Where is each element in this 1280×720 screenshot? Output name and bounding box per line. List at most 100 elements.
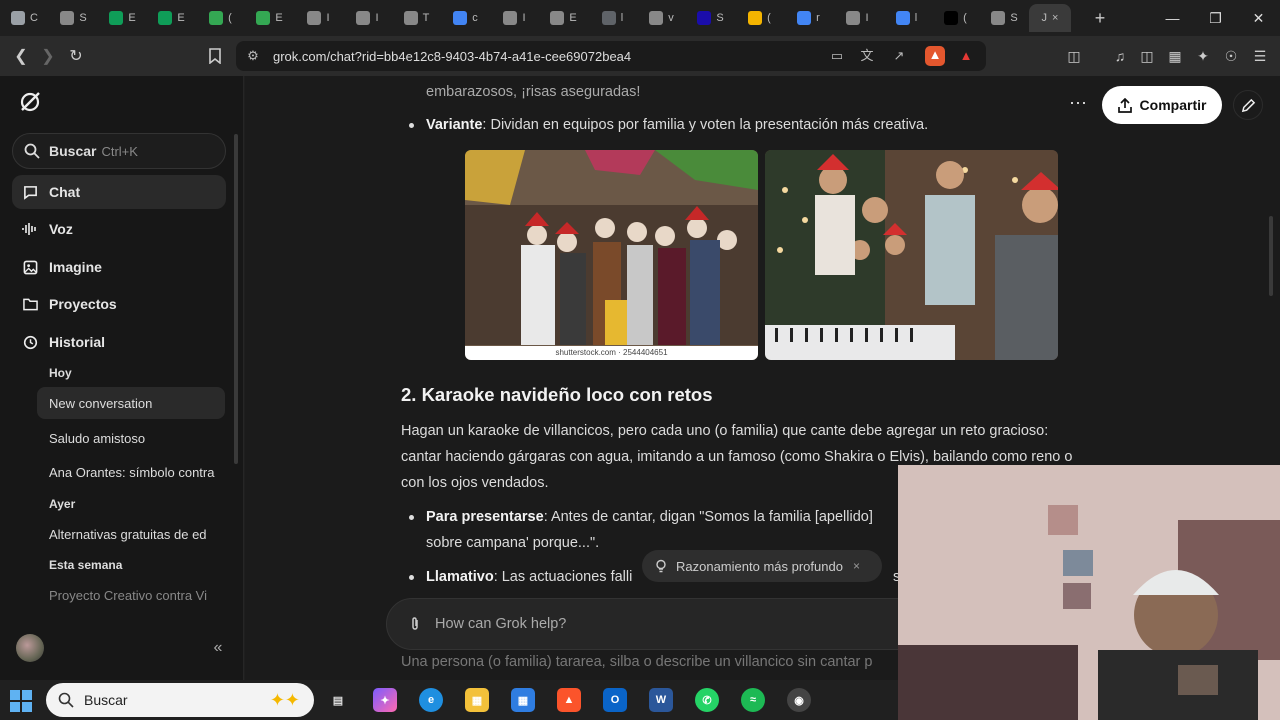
family-piano-image[interactable] xyxy=(765,150,1058,360)
avatar[interactable] xyxy=(16,634,44,662)
browser-tab[interactable]: I xyxy=(490,4,539,32)
search-shortcut: Ctrl+K xyxy=(101,143,138,159)
cast-icon[interactable]: ▭ xyxy=(828,47,846,65)
media-icon[interactable]: ♫ xyxy=(1110,46,1130,66)
nav-projects[interactable]: Proyectos xyxy=(12,287,226,321)
browser-tab[interactable]: S xyxy=(686,4,735,32)
forward-button[interactable]: ❯ xyxy=(34,42,62,70)
brave-icon[interactable]: ▲ xyxy=(557,688,581,712)
browser-tab[interactable]: I xyxy=(343,4,392,32)
search-icon xyxy=(58,692,74,708)
sidebar-toggle-icon[interactable]: ◫ xyxy=(1137,46,1157,66)
grok-logo-icon[interactable] xyxy=(18,90,42,114)
reload-button[interactable]: ↻ xyxy=(62,42,90,70)
sidebar-scrollbar[interactable] xyxy=(234,134,238,464)
browser-tab[interactable]: ( xyxy=(196,4,245,32)
browser-tab[interactable]: E xyxy=(539,4,588,32)
search-button[interactable]: Buscar Ctrl+K xyxy=(12,133,226,169)
minimize-button[interactable]: — xyxy=(1151,0,1194,36)
browser-tab[interactable]: l xyxy=(882,4,931,32)
nav-voice[interactable]: Voz xyxy=(12,212,226,246)
browser-tab[interactable]: C xyxy=(0,4,49,32)
nav-imagine-label: Imagine xyxy=(49,259,102,275)
collapse-sidebar-icon[interactable]: « xyxy=(208,638,228,658)
browser-tab[interactable]: S xyxy=(49,4,98,32)
browser-tab[interactable]: I xyxy=(294,4,343,32)
deep-reasoning-pill[interactable]: Razonamiento más profundo × xyxy=(642,550,882,582)
tab-favicon-icon xyxy=(601,11,616,25)
tab-label: I xyxy=(375,12,379,24)
windows-start-icon[interactable] xyxy=(10,690,32,712)
url-text[interactable]: grok.com/chat?rid=bb4e12c8-9403-4b74-a41… xyxy=(273,49,631,64)
word-icon[interactable]: W xyxy=(649,688,673,712)
history-item[interactable]: Alternativas gratuitas de ed xyxy=(37,518,225,550)
task-view-icon[interactable]: ▤ xyxy=(326,688,350,712)
history-item[interactable]: Proyecto Creativo contra Vi xyxy=(37,579,225,611)
message-input[interactable] xyxy=(435,616,835,632)
menu-icon[interactable]: ☰ xyxy=(1250,46,1270,66)
attach-icon[interactable] xyxy=(407,616,423,632)
tab-favicon-icon xyxy=(256,11,271,25)
nav-chat[interactable]: Chat xyxy=(12,175,226,209)
back-button[interactable]: ❮ xyxy=(7,42,35,70)
translate-icon[interactable]: 文 xyxy=(858,47,876,65)
copilot-icon[interactable]: ✦ xyxy=(373,688,397,712)
chat-scrollbar[interactable] xyxy=(1269,216,1273,296)
browser-tab[interactable]: l xyxy=(588,4,637,32)
history-item[interactable]: Saludo amistoso xyxy=(37,422,225,454)
carol-family-image[interactable]: shutterstock.com · 2544404651 xyxy=(465,150,758,360)
store-icon[interactable]: ▦ xyxy=(511,688,535,712)
leo-ai-icon[interactable]: ✦ xyxy=(1193,46,1213,66)
file-explorer-icon[interactable]: ▦ xyxy=(465,688,489,712)
browser-tab[interactable]: I xyxy=(833,4,882,32)
tab-favicon-icon xyxy=(60,11,75,25)
search-icon xyxy=(24,143,40,159)
taskbar-search[interactable]: Buscar ✦✦ xyxy=(46,683,314,717)
share-page-icon[interactable]: ↗ xyxy=(890,47,908,65)
history-item[interactable]: New conversation xyxy=(37,387,225,419)
browser-tab[interactable]: v xyxy=(637,4,686,32)
whatsapp-icon[interactable]: ✆ xyxy=(695,688,719,712)
edge-icon[interactable]: e xyxy=(419,688,443,712)
browser-tab[interactable]: r xyxy=(784,4,833,32)
brave-rewards-icon[interactable]: ▲ xyxy=(957,47,975,65)
tab-label: l xyxy=(914,12,918,24)
brave-shield-icon[interactable]: ▲ xyxy=(925,46,945,66)
tab-label: E xyxy=(569,12,577,24)
sparkle-icon: ✦✦ xyxy=(269,689,300,710)
browser-tab[interactable]: T xyxy=(392,4,441,32)
wallet-icon[interactable]: ▦ xyxy=(1165,46,1185,66)
browser-tab[interactable]: E xyxy=(147,4,196,32)
browser-tab[interactable]: ( xyxy=(931,4,980,32)
site-info-icon[interactable]: ⚙ xyxy=(244,47,262,65)
browser-tab[interactable]: E xyxy=(245,4,294,32)
browser-tab[interactable]: c xyxy=(441,4,490,32)
close-tab-icon[interactable]: × xyxy=(1052,12,1058,24)
restore-button[interactable]: ❐ xyxy=(1194,0,1237,36)
new-chat-icon[interactable] xyxy=(1233,90,1263,120)
tab-label: v xyxy=(668,12,674,24)
outlook-icon[interactable]: O xyxy=(603,688,627,712)
sidebar: Buscar Ctrl+K Chat Voz Imagine Proyectos… xyxy=(0,76,244,680)
history-item[interactable]: Ana Orantes: símbolo contra xyxy=(37,456,225,488)
close-pill-icon[interactable]: × xyxy=(853,559,860,573)
taskbar-search-label: Buscar xyxy=(84,692,128,708)
browser-tab[interactable]: S xyxy=(980,4,1029,32)
vpn-icon[interactable]: ☉ xyxy=(1221,46,1241,66)
more-options-icon[interactable]: ⋯ xyxy=(1067,94,1089,116)
spotify-icon[interactable]: ≈ xyxy=(741,688,765,712)
bookmark-icon[interactable] xyxy=(201,42,229,70)
address-bar[interactable]: ⚙ grok.com/chat?rid=bb4e12c8-9403-4b74-a… xyxy=(236,41,986,71)
nav-imagine[interactable]: Imagine xyxy=(12,250,226,284)
active-browser-tab[interactable]: J × xyxy=(1029,4,1071,32)
nav-history[interactable]: Historial xyxy=(12,325,226,359)
obs-icon[interactable]: ◉ xyxy=(787,688,811,712)
browser-tab[interactable]: E xyxy=(98,4,147,32)
image-caption: shutterstock.com · 2544404651 xyxy=(465,346,758,360)
browser-tab[interactable]: ( xyxy=(735,4,784,32)
tab-favicon-icon xyxy=(11,11,26,25)
tab-search-icon[interactable]: ◫ xyxy=(1064,46,1084,66)
new-tab-button[interactable]: + xyxy=(1090,8,1110,28)
close-window-button[interactable]: ✕ xyxy=(1237,0,1280,36)
share-button[interactable]: Compartir xyxy=(1102,86,1222,124)
